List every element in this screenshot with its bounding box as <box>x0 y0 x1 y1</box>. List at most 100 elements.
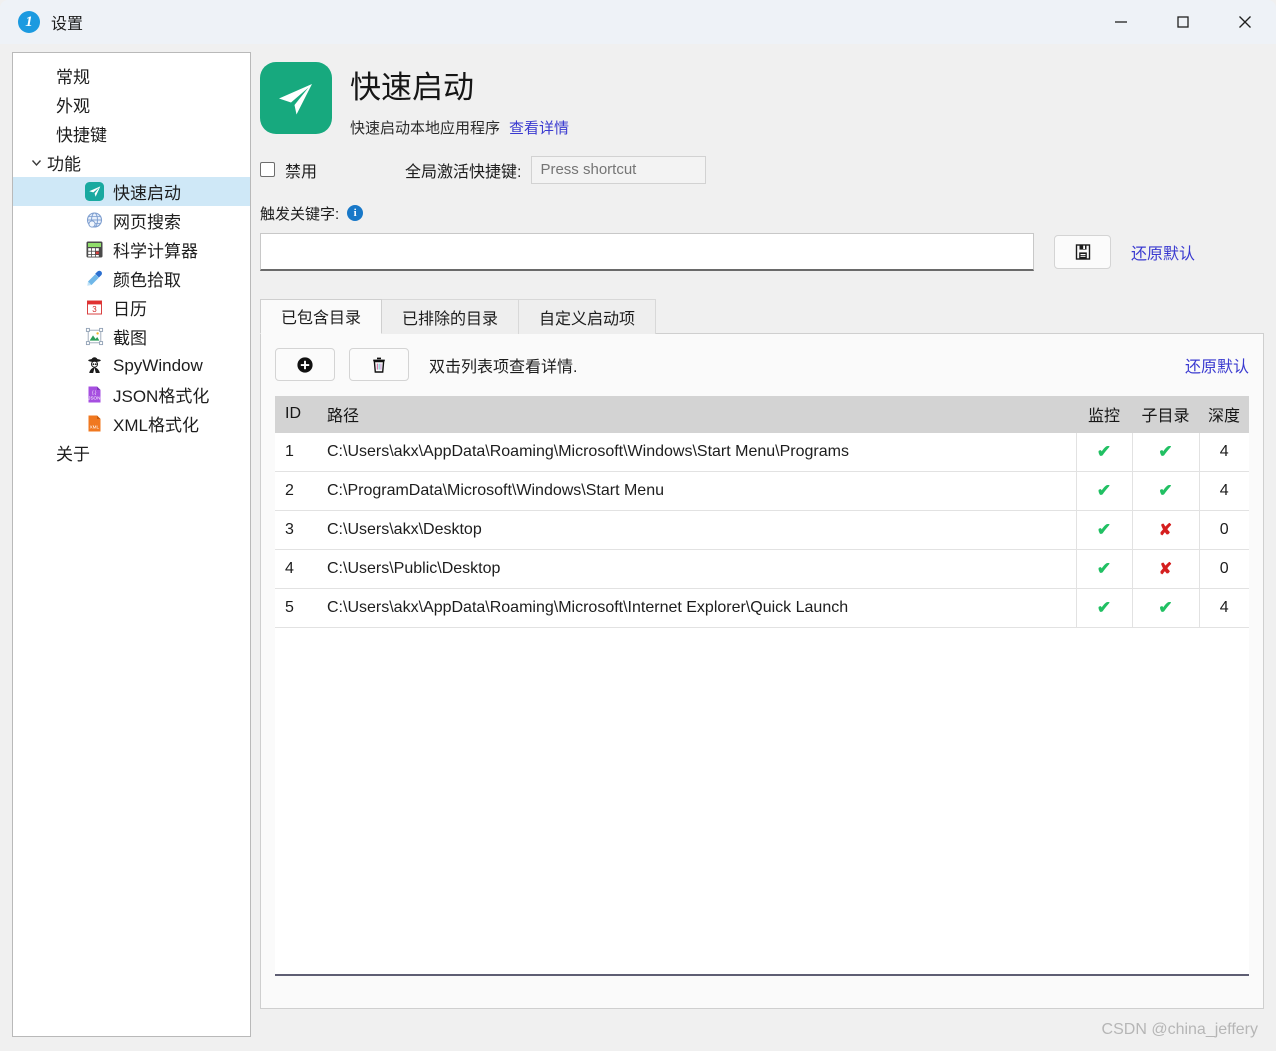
tab-panel-included-dirs: 双击列表项查看详情. 还原默认 ID 路径 监控 子目录 深 <box>260 333 1264 1009</box>
delete-button[interactable] <box>349 348 409 381</box>
table-header-row: ID 路径 监控 子目录 深度 <box>275 396 1249 433</box>
cell-path: C:\Users\Public\Desktop <box>317 550 1076 589</box>
cell-depth: 0 <box>1199 550 1249 589</box>
directory-table-wrapper[interactable]: ID 路径 监控 子目录 深度 1 C:\Users\akx\AppData\R… <box>275 396 1249 976</box>
cell-monitor: ✔ <box>1076 433 1132 472</box>
cell-id: 5 <box>275 589 317 628</box>
cell-id: 3 <box>275 511 317 550</box>
cell-path: C:\ProgramData\Microsoft\Windows\Start M… <box>317 472 1076 511</box>
save-icon <box>1074 243 1092 261</box>
column-header-subdir[interactable]: 子目录 <box>1132 396 1199 433</box>
disable-label: 禁用 <box>285 158 317 182</box>
eyedropper-icon <box>85 269 104 288</box>
keyword-label-row: 触发关键字: i <box>260 203 1264 224</box>
cell-subdir: ✔ <box>1132 589 1199 628</box>
restore-default-keyword-link[interactable]: 还原默认 <box>1131 240 1195 264</box>
tab-excluded-dirs[interactable]: 已排除的目录 <box>381 299 519 334</box>
svg-text:JSON: JSON <box>88 395 100 400</box>
sidebar-item-xml-formatter[interactable]: XML XML格式化 <box>13 409 250 438</box>
cell-subdir: ✔ <box>1132 472 1199 511</box>
json-file-icon: JSON {.} <box>85 385 104 404</box>
sidebar-item-features[interactable]: 功能 <box>13 148 250 177</box>
sidebar-item-about[interactable]: 关于 <box>13 438 250 467</box>
save-button[interactable] <box>1054 235 1111 269</box>
sidebar-item-label: 外观 <box>56 92 90 117</box>
page-title: 快速启动 <box>350 70 569 106</box>
tab-strip: 已包含目录 已排除的目录 自定义启动项 <box>260 299 1264 334</box>
window-controls <box>1090 0 1276 44</box>
sidebar-item-appearance[interactable]: 外观 <box>13 90 250 119</box>
chevron-down-icon[interactable] <box>25 156 47 169</box>
page-subtitle: 快速启动本地应用程序 <box>350 117 500 138</box>
table-row[interactable]: 5 C:\Users\akx\AppData\Roaming\Microsoft… <box>275 589 1249 628</box>
disable-row: 禁用 全局激活快捷键: <box>260 156 1264 184</box>
cell-path: C:\Users\akx\Desktop <box>317 511 1076 550</box>
cell-path: C:\Users\akx\AppData\Roaming\Microsoft\I… <box>317 589 1076 628</box>
column-header-path[interactable]: 路径 <box>317 396 1076 433</box>
global-shortcut-input[interactable] <box>531 156 706 184</box>
cell-depth: 4 <box>1199 589 1249 628</box>
svg-text:XML: XML <box>90 424 100 429</box>
tab-included-dirs[interactable]: 已包含目录 <box>260 299 382 334</box>
cell-path: C:\Users\akx\AppData\Roaming\Microsoft\W… <box>317 433 1076 472</box>
svg-text:3: 3 <box>92 305 97 314</box>
sidebar-item-label: 日历 <box>113 295 147 320</box>
cell-subdir: ✔ <box>1132 433 1199 472</box>
sidebar-item-json-formatter[interactable]: JSON {.} JSON格式化 <box>13 380 250 409</box>
sidebar-item-label: JSON格式化 <box>113 382 209 407</box>
maximize-icon[interactable] <box>1152 0 1214 44</box>
add-button[interactable] <box>275 348 335 381</box>
settings-tree: 常规 外观 快捷键 功能 快速启动 <box>13 53 250 467</box>
sidebar-item-label: 快捷键 <box>56 121 107 146</box>
cell-subdir: ✘ <box>1132 550 1199 589</box>
sidebar-item-label: XML格式化 <box>113 411 199 436</box>
column-header-id[interactable]: ID <box>275 396 317 433</box>
cell-depth: 4 <box>1199 472 1249 511</box>
disable-checkbox[interactable] <box>260 162 275 177</box>
sidebar-item-label: 科学计算器 <box>113 237 198 262</box>
keyword-row: 还原默认 <box>260 233 1264 271</box>
sidebar-item-label: 常规 <box>56 63 90 88</box>
table-row[interactable]: 3 C:\Users\akx\Desktop ✔ ✘ 0 <box>275 511 1249 550</box>
feature-header-text: 快速启动 快速启动本地应用程序 查看详情 <box>350 62 569 138</box>
sidebar-item-label: 关于 <box>56 440 90 465</box>
sidebar-item-spywindow[interactable]: SpyWindow <box>13 351 250 380</box>
minimize-icon[interactable] <box>1090 0 1152 44</box>
cell-id: 4 <box>275 550 317 589</box>
cell-monitor: ✔ <box>1076 472 1132 511</box>
restore-default-list-link[interactable]: 还原默认 <box>1185 353 1249 377</box>
sidebar-item-calculator[interactable]: 科学计算器 <box>13 235 250 264</box>
global-shortcut-label: 全局激活快捷键: <box>405 158 521 182</box>
view-details-link[interactable]: 查看详情 <box>509 117 569 138</box>
keyword-input[interactable] <box>260 233 1034 271</box>
sidebar-item-hotkeys[interactable]: 快捷键 <box>13 119 250 148</box>
table-row[interactable]: 1 C:\Users\akx\AppData\Roaming\Microsoft… <box>275 433 1249 472</box>
cell-monitor: ✔ <box>1076 550 1132 589</box>
xml-file-icon: XML <box>85 414 104 433</box>
column-header-depth[interactable]: 深度 <box>1199 396 1249 433</box>
table-row[interactable]: 2 C:\ProgramData\Microsoft\Windows\Start… <box>275 472 1249 511</box>
table-body: 1 C:\Users\akx\AppData\Roaming\Microsoft… <box>275 433 1249 628</box>
content-pane: 快速启动 快速启动本地应用程序 查看详情 禁用 全局激活快捷键: 触发关键字: … <box>260 52 1264 1037</box>
keyword-label: 触发关键字: <box>260 203 339 224</box>
cell-depth: 0 <box>1199 511 1249 550</box>
sidebar-item-color-picker[interactable]: 颜色拾取 <box>13 264 250 293</box>
sidebar-item-label: SpyWindow <box>113 356 203 376</box>
cell-monitor: ✔ <box>1076 511 1132 550</box>
close-icon[interactable] <box>1214 0 1276 44</box>
trash-icon <box>369 355 389 375</box>
add-circle-icon <box>295 355 315 375</box>
app-logo-icon <box>18 11 40 33</box>
table-row[interactable]: 4 C:\Users\Public\Desktop ✔ ✘ 0 <box>275 550 1249 589</box>
sidebar-item-screenshot[interactable]: 截图 <box>13 322 250 351</box>
cell-depth: 4 <box>1199 433 1249 472</box>
sidebar-item-label: 快速启动 <box>113 179 181 204</box>
column-header-monitor[interactable]: 监控 <box>1076 396 1132 433</box>
sidebar-item-calendar[interactable]: 3 日历 <box>13 293 250 322</box>
sidebar-item-quick-launch[interactable]: 快速启动 <box>13 177 250 206</box>
sidebar-item-label: 网页搜索 <box>113 208 181 233</box>
tab-custom-items[interactable]: 自定义启动项 <box>518 299 656 334</box>
sidebar-item-web-search[interactable]: 网页搜索 <box>13 206 250 235</box>
info-icon[interactable]: i <box>347 205 363 221</box>
sidebar-item-general[interactable]: 常规 <box>13 61 250 90</box>
